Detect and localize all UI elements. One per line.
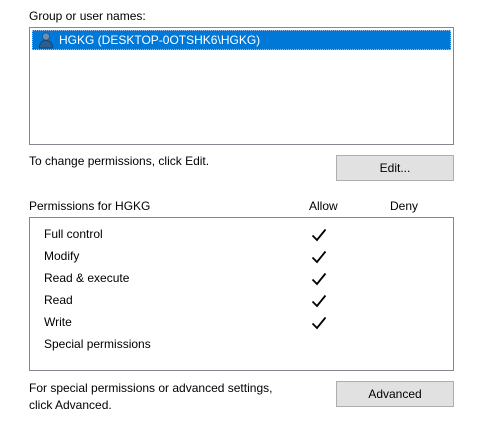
permission-row-read: Read: [30, 290, 453, 312]
allow-check-icon: [311, 228, 327, 242]
permission-row-special-permissions: Special permissions: [30, 334, 453, 356]
group-or-user-list[interactable]: HGKG (DESKTOP-0OTSHK6\HGKG): [29, 27, 454, 145]
permission-row-modify: Modify: [30, 246, 453, 268]
allow-check-icon: [311, 294, 327, 308]
permission-row-write: Write: [30, 312, 453, 334]
permission-row-read-execute: Read & execute: [30, 268, 453, 290]
permission-name: Full control: [44, 227, 103, 241]
permission-name: Special permissions: [44, 337, 151, 351]
permission-name: Read & execute: [44, 271, 130, 285]
allow-check-icon: [311, 316, 327, 330]
advanced-hint-line-1: For special permissions or advanced sett…: [29, 381, 273, 395]
user-name: HGKG (DESKTOP-0OTSHK6\HGKG): [59, 33, 261, 47]
edit-hint-text: To change permissions, click Edit.: [29, 154, 210, 168]
permission-name: Read: [44, 293, 73, 307]
advanced-button[interactable]: Advanced: [336, 381, 454, 407]
allow-column-header: Allow: [309, 199, 338, 213]
user-list-item-hgkg[interactable]: HGKG (DESKTOP-0OTSHK6\HGKG): [32, 30, 451, 50]
permissions-list: Full control Modify Read & execute Read …: [29, 217, 454, 371]
permissions-title: Permissions for HGKG: [29, 199, 151, 213]
edit-button[interactable]: Edit...: [336, 155, 454, 181]
permission-row-full-control: Full control: [30, 224, 453, 246]
user-icon: [39, 32, 53, 49]
permission-name: Write: [44, 315, 72, 329]
group-or-user-names-label: Group or user names:: [29, 9, 146, 23]
permission-name: Modify: [44, 249, 80, 263]
deny-column-header: Deny: [390, 199, 419, 213]
allow-check-icon: [311, 250, 327, 264]
advanced-hint-line-2: click Advanced.: [29, 398, 112, 412]
allow-check-icon: [311, 272, 327, 286]
